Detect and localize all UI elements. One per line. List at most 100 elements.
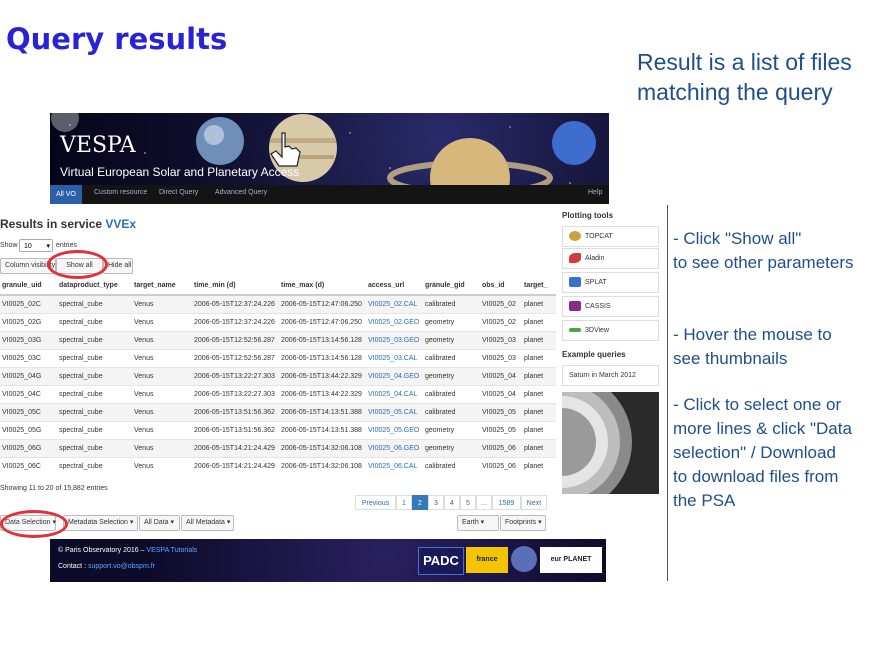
cassis-icon <box>569 301 581 312</box>
table-cell: VI0025_02C <box>0 294 57 314</box>
table-cell: Venus <box>132 294 192 314</box>
table-cell: 2006-05-15T13:22:27.303 <box>192 385 279 404</box>
table-cell: Venus <box>132 403 192 422</box>
table-cell: 2006-05-15T14:32:06.108 <box>279 439 366 458</box>
tool-label: CASSIS <box>585 303 611 310</box>
table-cell: calibrated <box>423 349 480 368</box>
access-url-link[interactable]: VI0025_06.GEO <box>366 439 423 458</box>
table-cell: geometry <box>423 367 480 386</box>
column-header[interactable]: target_ <box>522 276 556 296</box>
access-url-link[interactable]: VI0025_05.GEO <box>366 421 423 440</box>
table-cell: VI0025_04C <box>0 385 57 404</box>
contact-link[interactable]: support.vo@obspm.fr <box>88 563 155 570</box>
table-cell: 2006-05-15T13:51:56.362 <box>192 403 279 422</box>
column-header[interactable]: granule_gid <box>423 276 480 296</box>
access-url-link[interactable]: VI0025_05.CAL <box>366 403 423 422</box>
table-cell: Venus <box>132 421 192 440</box>
column-header[interactable]: access_url <box>366 276 423 296</box>
access-url-link[interactable]: VI0025_06.CAL <box>366 457 423 475</box>
column-header[interactable]: granule_uid <box>0 276 57 296</box>
access-url-link[interactable]: VI0025_02.CAL <box>366 294 423 314</box>
earth-label: Earth <box>462 519 479 526</box>
note-line: more lines & click "Data <box>673 419 852 438</box>
table-row[interactable]: VI0025_06C spectral_cube Venus 2006-05-15T1… <box>0 457 556 475</box>
table-cell: VI0025_05 <box>480 403 522 422</box>
page-button[interactable]: 4 <box>444 495 460 510</box>
all-data-button[interactable]: All Data ▾ <box>139 515 180 531</box>
all-metadata-button[interactable]: All Metadata ▾ <box>181 515 234 531</box>
table-row[interactable]: VI0025_03C spectral_cube Venus 2006-05-15T1… <box>0 349 556 368</box>
table-row[interactable]: VI0025_06G spectral_cube Venus 2006-05-15T1… <box>0 439 556 458</box>
page-button[interactable]: 1 <box>396 495 412 510</box>
chevron-down-icon: ▾ <box>46 243 50 250</box>
access-url-link[interactable]: VI0025_02.GEO <box>366 313 423 332</box>
table-cell: VI0025_03 <box>480 331 522 350</box>
table-cell: VI0025_04G <box>0 367 57 386</box>
column-header[interactable]: dataproduct_type <box>57 276 132 296</box>
earth-select[interactable]: Earth ▾ <box>457 515 499 531</box>
banner-subtitle: Virtual European Solar and Planetary Acc… <box>60 165 300 179</box>
footer-contact-text: Contact : <box>58 563 88 570</box>
table-row[interactable]: VI0025_03G spectral_cube Venus 2006-05-15T1… <box>0 331 556 350</box>
table-cell: spectral_cube <box>57 457 132 475</box>
access-url-link[interactable]: VI0025_03.GEO <box>366 331 423 350</box>
table-row[interactable]: VI0025_02C spectral_cube Venus 2006-05-15T1… <box>0 294 556 314</box>
nav-tab-all-vo[interactable]: All VO <box>50 185 82 204</box>
table-cell: planet <box>522 367 556 386</box>
table-cell: Venus <box>132 313 192 332</box>
access-url-link[interactable]: VI0025_03.CAL <box>366 349 423 368</box>
access-url-link[interactable]: VI0025_04.CAL <box>366 385 423 404</box>
tool-label: TOPCAT <box>585 233 613 240</box>
service-link[interactable]: VVEx <box>105 217 136 231</box>
example-query-saturn[interactable]: Saturn in March 2012 <box>562 365 659 386</box>
footer-copyright-text: © Paris Observatory 2016 – <box>58 547 147 554</box>
entries-select[interactable]: 10 ▾ <box>19 239 53 252</box>
page-button[interactable]: 3 <box>428 495 444 510</box>
page-button[interactable]: ... <box>476 495 492 510</box>
table-row[interactable]: VI0025_04G spectral_cube Venus 2006-05-15T1… <box>0 367 556 386</box>
table-cell: planet <box>522 403 556 422</box>
table-row[interactable]: VI0025_02G spectral_cube Venus 2006-05-15T1… <box>0 313 556 332</box>
tool-3dview[interactable]: 3DView <box>562 320 659 341</box>
table-cell: VI0025_03G <box>0 331 57 350</box>
entries-summary: Showing 11 to 20 of 15,882 entries <box>0 485 108 492</box>
page-button[interactable]: 2 <box>412 495 428 510</box>
page-button[interactable]: 1589 <box>492 495 521 510</box>
entries-value: 10 <box>24 243 32 250</box>
note-line: the PSA <box>673 491 736 510</box>
column-header[interactable]: time_min (d) <box>192 276 279 296</box>
tutorials-link[interactable]: VESPA Tutorials <box>146 547 197 554</box>
tool-label: 3DView <box>585 327 609 334</box>
all-data-label: All Data <box>144 519 169 526</box>
column-header[interactable]: obs_id <box>480 276 522 296</box>
table-row[interactable]: VI0025_05G spectral_cube Venus 2006-05-15T1… <box>0 421 556 440</box>
table-cell: Venus <box>132 331 192 350</box>
nav-tab-help[interactable]: Help <box>588 189 602 196</box>
footprints-button[interactable]: Footprints ▾ <box>500 515 546 531</box>
page-button[interactable]: Previous <box>355 495 396 510</box>
top-note-line: Result is a list of files <box>637 49 852 75</box>
tool-topcat[interactable]: TOPCAT <box>562 226 659 247</box>
tool-splat[interactable]: SPLAT <box>562 272 659 293</box>
nav-tab-custom-resource[interactable]: Custom resource <box>94 189 147 196</box>
table-row[interactable]: VI0025_05C spectral_cube Venus 2006-05-15T1… <box>0 403 556 422</box>
table-cell: VI0025_06 <box>480 457 522 475</box>
page-button[interactable]: 5 <box>460 495 476 510</box>
note-line: to see other parameters <box>673 253 854 272</box>
table-cell: planet <box>522 439 556 458</box>
tool-cassis[interactable]: CASSIS <box>562 296 659 317</box>
nav-tab-direct-query[interactable]: Direct Query <box>159 189 198 196</box>
table-cell: spectral_cube <box>57 367 132 386</box>
note-select: - Click to select one or more lines & cl… <box>673 393 852 513</box>
metadata-selection-button[interactable]: Metadata Selection ▾ <box>63 515 138 531</box>
column-header[interactable]: target_name <box>132 276 192 296</box>
table-cell: Venus <box>132 385 192 404</box>
table-row[interactable]: VI0025_04C spectral_cube Venus 2006-05-15T1… <box>0 385 556 404</box>
access-url-link[interactable]: VI0025_04.GEO <box>366 367 423 386</box>
page-button[interactable]: Next <box>521 495 547 510</box>
note-line: - Click "Show all" <box>673 229 802 248</box>
column-header[interactable]: time_max (d) <box>279 276 366 296</box>
table-cell: VI0025_06 <box>480 439 522 458</box>
tool-aladin[interactable]: Aladin <box>562 248 659 269</box>
nav-tab-advanced-query[interactable]: Advanced Query <box>215 189 267 196</box>
